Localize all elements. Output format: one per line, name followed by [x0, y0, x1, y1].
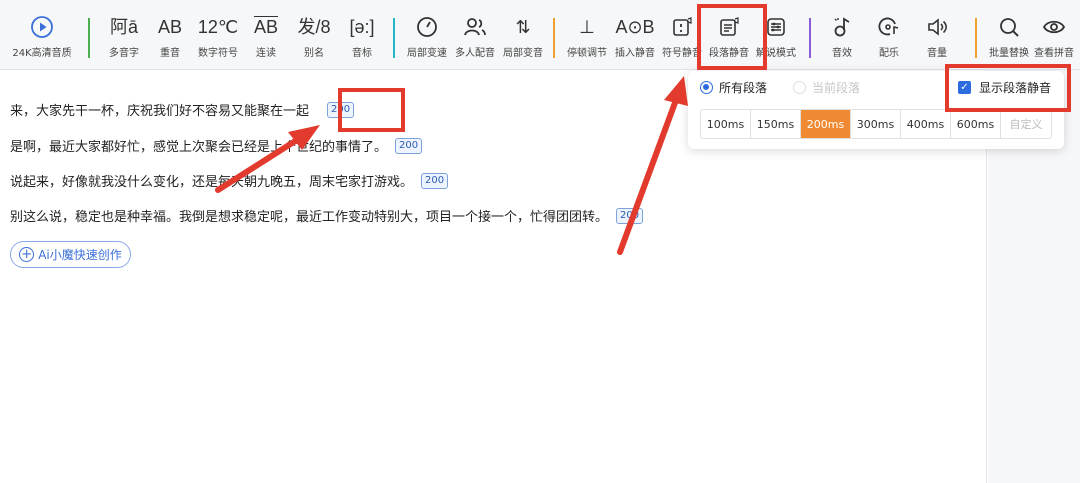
annotation-arrows: [215, 76, 688, 255]
arrow-to-tool: [617, 76, 688, 255]
arrow-to-badge: [215, 125, 320, 193]
